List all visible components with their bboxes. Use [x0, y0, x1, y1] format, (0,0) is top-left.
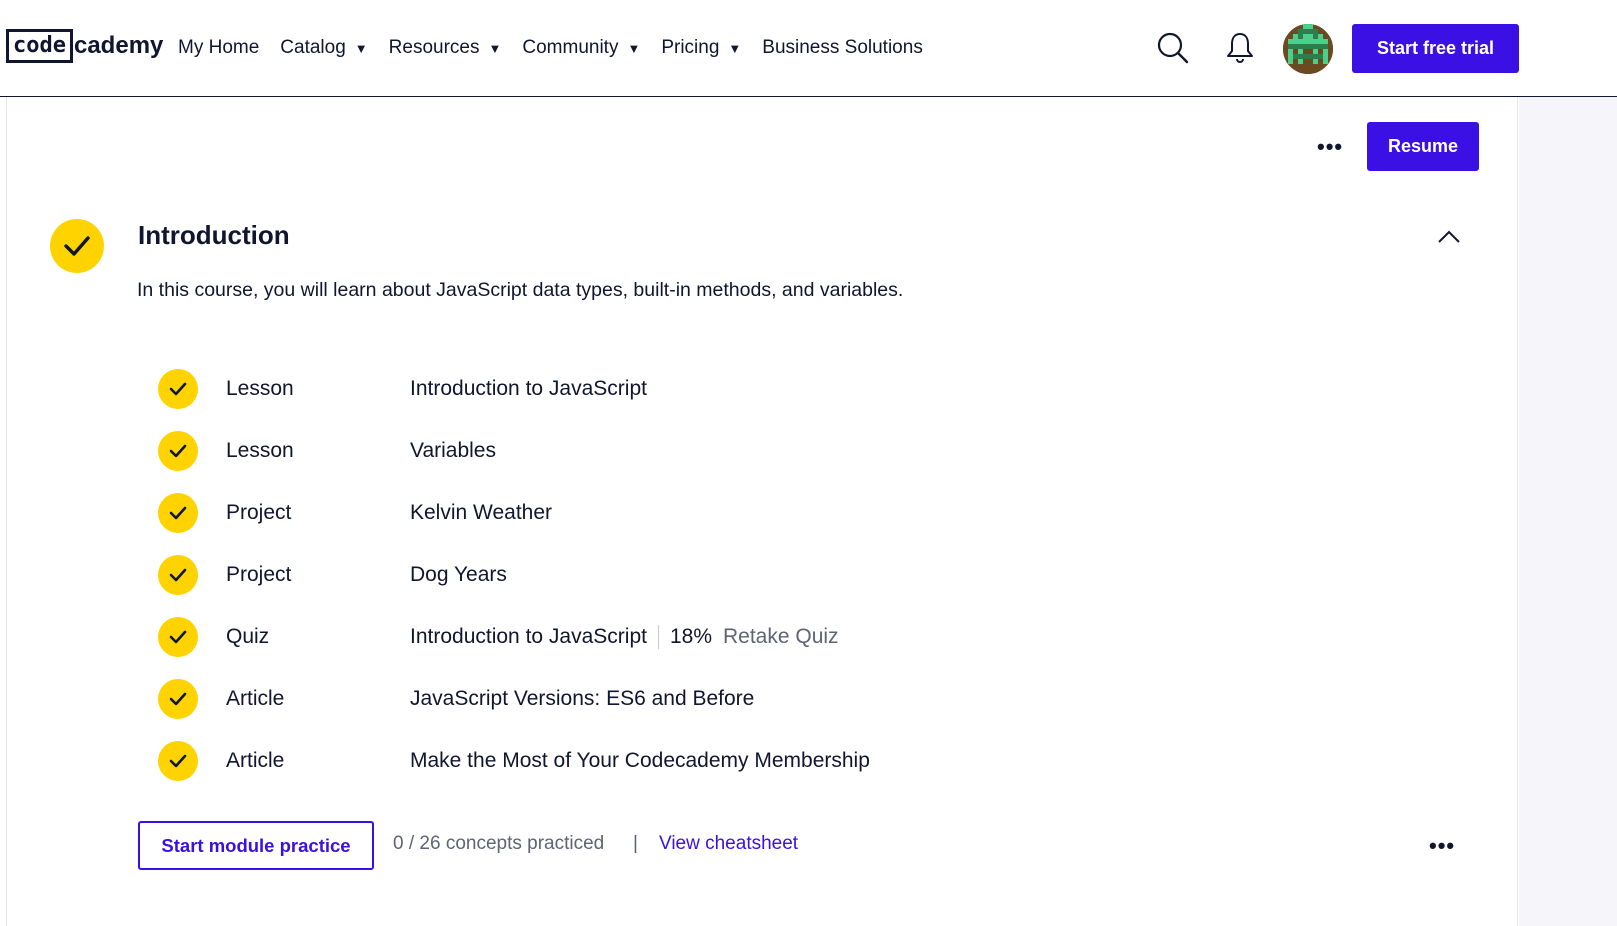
separator: | — [633, 833, 638, 854]
item-type: Project — [226, 563, 292, 586]
check-icon — [158, 679, 198, 719]
caret-down-icon: ▼ — [488, 40, 502, 56]
nav-business-solutions[interactable]: Business Solutions — [762, 37, 923, 59]
item-name[interactable]: Variables — [410, 439, 496, 463]
item-type: Article — [226, 687, 285, 710]
user-avatar[interactable] — [1283, 24, 1333, 74]
check-icon — [158, 493, 198, 533]
view-cheatsheet-link[interactable]: View cheatsheet — [659, 833, 798, 855]
list-item[interactable]: Article Make the Most of Your Codecademy… — [158, 730, 1158, 792]
item-type: Project — [226, 501, 292, 524]
nav-resources-label: Resources — [388, 37, 480, 58]
search-icon[interactable] — [1154, 29, 1190, 65]
start-module-practice-button[interactable]: Start module practice — [138, 821, 374, 870]
start-free-trial-button[interactable]: Start free trial — [1352, 24, 1519, 73]
list-item[interactable]: Project Kelvin Weather — [158, 482, 1158, 544]
check-icon — [158, 741, 198, 781]
nav-community[interactable]: Community ▼ — [522, 37, 640, 59]
item-type: Lesson — [226, 439, 294, 462]
caret-down-icon: ▼ — [728, 40, 742, 56]
caret-down-icon: ▼ — [354, 40, 368, 56]
nav-pricing-label: Pricing — [661, 37, 720, 58]
list-item[interactable]: Lesson Variables — [158, 420, 1158, 482]
codecademy-logo[interactable]: code cademy — [6, 29, 163, 63]
item-name[interactable]: Make the Most of Your Codecademy Members… — [410, 749, 870, 773]
nav-catalog[interactable]: Catalog ▼ — [280, 37, 367, 59]
nav-my-home-label: My Home — [178, 37, 260, 58]
list-item[interactable]: Lesson Introduction to JavaScript — [158, 358, 1158, 420]
quiz-details: Introduction to JavaScript 18% Retake Qu… — [410, 625, 839, 649]
nav-my-home[interactable]: My Home — [178, 37, 259, 59]
item-name[interactable]: Introduction to JavaScript — [410, 625, 647, 649]
item-type: Quiz — [226, 625, 270, 648]
right-gutter — [1519, 97, 1617, 926]
nav-community-label: Community — [522, 37, 619, 58]
check-icon — [158, 369, 198, 409]
nav-catalog-label: Catalog — [280, 37, 346, 58]
module-item-list: Lesson Introduction to JavaScript Lesson… — [158, 358, 1158, 792]
check-icon — [158, 617, 198, 657]
check-icon — [158, 555, 198, 595]
module-title: Introduction — [138, 220, 290, 250]
list-item[interactable]: Quiz Introduction to JavaScript 18% Reta… — [158, 606, 1158, 668]
resume-button[interactable]: Resume — [1367, 122, 1479, 171]
concepts-practiced-count: 0 / 26 concepts practiced — [393, 833, 605, 854]
module-complete-check-icon — [50, 219, 104, 273]
item-type: Article — [226, 749, 285, 772]
retake-quiz-link[interactable]: Retake Quiz — [723, 625, 839, 649]
bell-icon[interactable] — [1222, 29, 1258, 65]
main-nav: My Home Catalog ▼ Resources ▼ Community … — [178, 0, 944, 96]
check-icon — [158, 431, 198, 471]
logo-cademy-text: cademy — [73, 32, 164, 59]
list-item[interactable]: Article JavaScript Versions: ES6 and Bef… — [158, 668, 1158, 730]
nav-resources[interactable]: Resources ▼ — [389, 37, 502, 59]
module-description: In this course, you will learn about Jav… — [137, 279, 904, 301]
top-navigation-bar: code cademy My Home Catalog ▼ Resources … — [0, 0, 1617, 97]
item-name[interactable]: JavaScript Versions: ES6 and Before — [410, 687, 754, 711]
more-options-icon[interactable]: ••• — [1429, 835, 1455, 857]
item-name[interactable]: Introduction to JavaScript — [410, 377, 647, 401]
divider — [657, 625, 659, 649]
item-name[interactable]: Dog Years — [410, 563, 507, 587]
item-type: Lesson — [226, 377, 294, 400]
quiz-score: 18% — [669, 625, 712, 648]
caret-down-icon: ▼ — [627, 40, 641, 56]
list-item[interactable]: Project Dog Years — [158, 544, 1158, 606]
more-options-icon[interactable]: ••• — [1317, 136, 1343, 158]
nav-business-solutions-label: Business Solutions — [762, 37, 923, 58]
logo-code-box: code — [6, 29, 73, 63]
chevron-up-icon[interactable] — [1436, 226, 1462, 248]
nav-pricing[interactable]: Pricing ▼ — [661, 37, 741, 59]
item-name[interactable]: Kelvin Weather — [410, 501, 552, 525]
